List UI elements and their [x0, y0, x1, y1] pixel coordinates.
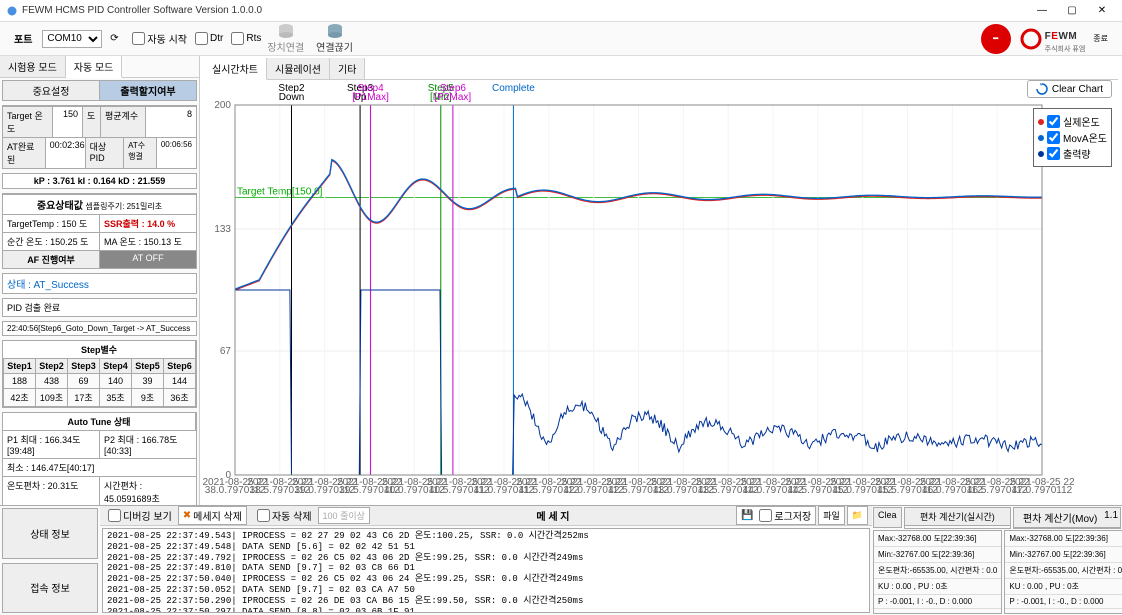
auto-start-checkbox[interactable]: 자동 시작: [132, 31, 187, 46]
brand-logo: FEWM: [1045, 23, 1086, 44]
chart-area: 실시간차트 시뮬레이션 기타 Clear Chart 실제온도 MovA온도 출…: [200, 56, 1122, 505]
step-vars-title: Step별수: [3, 341, 196, 358]
instant-temp: 순간 온도 : 150.25 도: [3, 233, 100, 250]
target-temp-value[interactable]: 150: [53, 107, 83, 137]
database-icon: [325, 23, 345, 39]
svg-text:Complete: Complete: [492, 83, 535, 94]
titlebar: FEWM HCMS PID Controller Software Versio…: [0, 0, 1122, 22]
pid-done: PID 검출 완료: [3, 299, 196, 316]
svg-text:47.0.7970112: 47.0.7970112: [1012, 485, 1073, 496]
debug-view-checkbox[interactable]: 디버깅 보기: [108, 508, 172, 523]
calc-mov-col: Max:-32768.00 도[22:39:36]Min:-32767.00 도…: [1004, 530, 1122, 614]
tab-auto-mode[interactable]: 자동 모드: [66, 56, 123, 78]
stop-label: 종료: [1093, 33, 1108, 44]
target-temp-state: TargetTemp : 150 도: [3, 215, 100, 232]
af-label: AF 진행여부: [3, 251, 100, 268]
ssr-output: SSR출력 : 14.0 %: [100, 215, 196, 232]
output-hold-header[interactable]: 출력할지여부: [100, 81, 196, 100]
refresh-icon: [1036, 83, 1048, 95]
sidebar: 시험용 모드 자동 모드 중요설정 출력할지여부 Target 온도 150 도…: [0, 56, 200, 505]
minimize-button[interactable]: —: [1028, 2, 1056, 20]
auto-delete-checkbox[interactable]: 자동 삭제: [257, 508, 312, 523]
tab-etc[interactable]: 기타: [330, 58, 365, 79]
mid-settings-header[interactable]: 중요설정: [3, 81, 100, 100]
chart-legend: 실제온도 MovA온도 출력량: [1033, 108, 1112, 167]
log-output[interactable]: 2021-08-25 22:37:49.543| IPROCESS = 02 2…: [102, 528, 870, 613]
main-toolbar: 포트 COM10 ⟳ 자동 시작 Dtr Rts 장치연결 연결끊기 ━ FEW…: [0, 22, 1122, 56]
message-label: 메 세 지: [376, 508, 730, 523]
connect-button[interactable]: 장치연결: [261, 21, 310, 56]
avg-const-value[interactable]: 8: [146, 107, 196, 137]
rts-checkbox[interactable]: Rts: [231, 32, 261, 45]
svg-text:Down: Down: [279, 92, 305, 103]
at-off-button[interactable]: AT OFF: [100, 251, 196, 268]
stop-button[interactable]: ━: [981, 24, 1011, 54]
dtr-checkbox[interactable]: Dtr: [195, 32, 223, 45]
autotune-title: Auto Tune 상태: [3, 413, 196, 430]
window-title: FEWM HCMS PID Controller Software Versio…: [22, 5, 1028, 16]
conn-info-button[interactable]: 접속 정보: [2, 563, 98, 614]
app-icon: [6, 5, 18, 17]
step-table: Step1Step2Step3Step4Step5Step6 188438691…: [3, 358, 196, 407]
calc-realtime-col: Max:-32768.00 도[22:39:36]Min:-32767.00 도…: [873, 530, 1002, 614]
chart-canvas[interactable]: 067133200Target Temp[150.0]Step2DownStep…: [200, 80, 1122, 505]
tab-test-mode[interactable]: 시험용 모드: [0, 56, 66, 77]
message-toolbar: 디버깅 보기 ✖메세지 삭제 자동 삭제 100 줄이상 메 세 지 💾로그저장…: [100, 506, 872, 526]
file-button[interactable]: 파일: [818, 506, 845, 525]
svg-text:200: 200: [214, 100, 231, 111]
log-save-button[interactable]: 💾로그저장: [736, 506, 816, 525]
legend-chk-1[interactable]: [1047, 115, 1060, 128]
ma-temp: MA 온도 : 150.13 도: [100, 233, 196, 250]
close-button[interactable]: ✕: [1088, 2, 1116, 20]
calc-realtime-header: 편차 계산기(실시간): [905, 508, 1011, 526]
clear-chart-button[interactable]: Clear Chart: [1027, 80, 1112, 98]
at-status: AT_Success: [33, 280, 88, 291]
mid-state-title: 중요상태값 셈플링주기: 251밀리초: [3, 195, 196, 214]
svg-text:133: 133: [214, 224, 231, 235]
refresh-icon[interactable]: ⟳: [106, 31, 122, 47]
port-label: 포트: [8, 29, 38, 48]
port-select[interactable]: COM10: [42, 30, 102, 48]
target-temp-label: Target 온도: [3, 107, 53, 137]
tab-simulation[interactable]: 시뮬레이션: [267, 58, 330, 79]
legend-chk-3[interactable]: [1047, 147, 1060, 160]
calc-clear-button[interactable]: Clea: [873, 507, 902, 528]
disconnect-button[interactable]: 연결끊기: [310, 21, 359, 56]
legend-chk-2[interactable]: [1047, 131, 1060, 144]
step-log: 22:40:56[Step6_Goto_Down_Target -> AT_Su…: [3, 322, 196, 335]
avg-const-label: 평균계수: [101, 107, 146, 137]
status-info-button[interactable]: 상태 정보: [2, 508, 98, 559]
database-icon: [276, 23, 296, 39]
msg-delete-button[interactable]: ✖메세지 삭제: [178, 506, 247, 525]
gear-icon: [1019, 27, 1043, 51]
svg-text:[P2Max]: [P2Max]: [435, 92, 472, 103]
svg-text:[P1Max]: [P1Max]: [352, 92, 389, 103]
svg-text:67: 67: [220, 346, 232, 357]
bottom-panel: 상태 정보 접속 정보 디버깅 보기 ✖메세지 삭제 자동 삭제 100 줄이상…: [0, 505, 1122, 615]
folder-button[interactable]: 📁: [847, 506, 868, 525]
pid-values: kP : 3.761 kI : 0.164 kD : 21.559: [3, 174, 196, 188]
calc-mov-header: 편차 계산기(Mov) 1.1: [1014, 508, 1120, 528]
maximize-button[interactable]: ▢: [1058, 2, 1086, 20]
n100-button[interactable]: 100 줄이상: [318, 507, 370, 524]
tab-realtime-chart[interactable]: 실시간차트: [204, 58, 267, 80]
